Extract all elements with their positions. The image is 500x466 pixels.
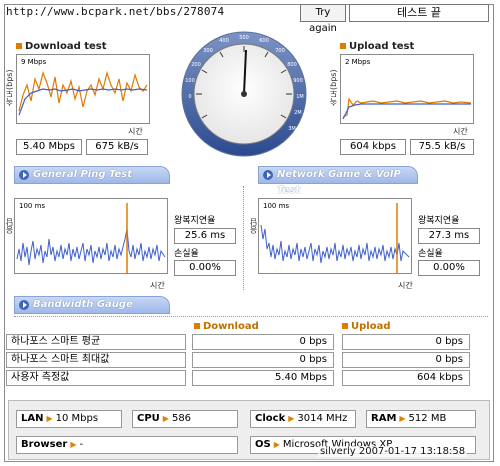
ping-loss-label: 손실율 — [174, 249, 199, 259]
gauge-tick-label: 300 — [203, 48, 213, 54]
upload-xlabel: 시간 — [453, 127, 468, 136]
download-graph: 9 Mbps — [16, 54, 150, 124]
footer-stamp: silverly 2007-01-17 13:18:58 — [318, 446, 468, 457]
bullet-icon — [16, 43, 22, 49]
bandwidth-row-up: 0 bps — [342, 352, 470, 368]
bandwidth-row-up: 0 bps — [342, 334, 470, 350]
download-speed: 5.40 Mbps — [16, 139, 82, 155]
gauge-tick-label: 1M — [296, 94, 304, 100]
arrow-right-icon — [19, 170, 29, 180]
ping-rtt-label: 왕복지연율 — [174, 216, 216, 226]
lan-info: LAN ▶ 10 Mbps — [16, 410, 122, 428]
download-ylabel: 속도(bps) — [5, 69, 14, 106]
section-divider — [243, 186, 244, 290]
ping-xlabel: 시간 — [150, 281, 165, 290]
test-status: 테스트 끝 — [349, 4, 489, 22]
upload-graph: 2 Mbps — [340, 54, 474, 124]
gauge-tick-label: 0 — [188, 94, 191, 100]
footer-datetime: 2007-01-17 13:18:58 — [358, 446, 466, 457]
arrow-right-icon: ▶ — [162, 414, 169, 423]
gauge-tick-label: 500 — [239, 35, 249, 41]
download-max-label: 9 Mbps — [21, 58, 47, 66]
clock-info: Clock ▶ 3014 MHz — [250, 410, 356, 428]
bandwidth-row-up: 604 kbps — [342, 370, 470, 386]
bandwidth-row-label: 하나포스 스마트 평균 — [6, 334, 186, 350]
game-rtt-value: 27.3 ms — [418, 228, 480, 244]
gauge-tick-label: 100 — [185, 78, 195, 84]
bandwidth-upload-header: Upload — [342, 321, 390, 332]
ram-info: RAM ▶ 512 MB — [366, 410, 476, 428]
bandwidth-download-header: Download — [194, 321, 259, 332]
ping-graph: 100 ms — [14, 198, 168, 274]
bandwidth-row-down: 5.40 Mbps — [192, 370, 334, 386]
game-xlabel: 시간 — [398, 281, 413, 290]
page-url: http://www.bcpark.net/bbs/278074 — [6, 5, 225, 18]
try-again-button[interactable]: Try again — [300, 4, 346, 34]
arrow-right-icon: ▶ — [70, 440, 77, 449]
speed-gauge: 500 600 700 800 900 1M 2M 3M 400 300 200… — [181, 31, 307, 157]
download-title: Download test — [16, 41, 107, 52]
arrow-right-icon — [19, 300, 29, 310]
gauge-tick-label: 600 — [259, 38, 269, 44]
browser-info: Browser ▶ - — [16, 436, 238, 454]
bandwidth-row-label: 사용자 측정값 — [6, 370, 186, 386]
bullet-icon — [194, 323, 200, 329]
gauge-tick-label: 3M — [288, 126, 296, 132]
gauge-tick-label: 900 — [293, 78, 303, 84]
bandwidth-divider — [14, 316, 488, 317]
gauge-tick-label: 800 — [287, 62, 297, 68]
bandwidth-row-down: 0 bps — [192, 352, 334, 368]
game-graph: 100 ms — [258, 198, 412, 274]
arrow-right-icon: ▶ — [288, 414, 295, 423]
arrow-right-icon — [263, 170, 273, 180]
ping-rtt-value: 25.6 ms — [174, 228, 236, 244]
upload-title: Upload test — [340, 41, 414, 52]
arrow-right-icon: ▶ — [399, 414, 406, 423]
bandwidth-row-down: 0 bps — [192, 334, 334, 350]
bullet-icon — [342, 323, 348, 329]
footer-user: silverly — [320, 446, 356, 457]
tab-general-ping-test[interactable]: General Ping Test — [14, 166, 170, 184]
gauge-tick-label: 200 — [191, 62, 201, 68]
gauge-tick-label: 400 — [219, 38, 229, 44]
upload-speed: 604 kbps — [340, 139, 406, 155]
tab-bandwidth-gauge[interactable]: Bandwidth Gauge — [14, 296, 170, 314]
download-bytes: 675 kB/s — [86, 139, 148, 155]
arrow-right-icon: ▶ — [273, 440, 280, 449]
gauge-tick-label: 2M — [294, 110, 302, 116]
cpu-info: CPU ▶ 586 — [132, 410, 238, 428]
arrow-right-icon: ▶ — [46, 414, 53, 423]
bullet-icon — [340, 43, 346, 49]
game-loss-label: 손실율 — [418, 249, 443, 259]
bandwidth-row-label: 하나포스 스마트 최대값 — [6, 352, 186, 368]
download-xlabel: 시간 — [128, 127, 143, 136]
ping-loss-value: 0.00% — [174, 260, 236, 276]
upload-max-label: 2 Mbps — [345, 58, 371, 66]
tab-network-game-voip-test[interactable]: Network Game & VoIP Test — [258, 166, 418, 196]
game-loss-value: 0.00% — [418, 260, 480, 276]
upload-ylabel: 속도(bps) — [329, 69, 338, 106]
ping-max-label: 100 ms — [19, 202, 45, 210]
gauge-tick-label: 700 — [275, 48, 285, 54]
upload-bytes: 75.5 kB/s — [410, 139, 474, 155]
game-rtt-label: 왕복지연율 — [418, 216, 460, 226]
game-max-label: 100 ms — [263, 202, 289, 210]
